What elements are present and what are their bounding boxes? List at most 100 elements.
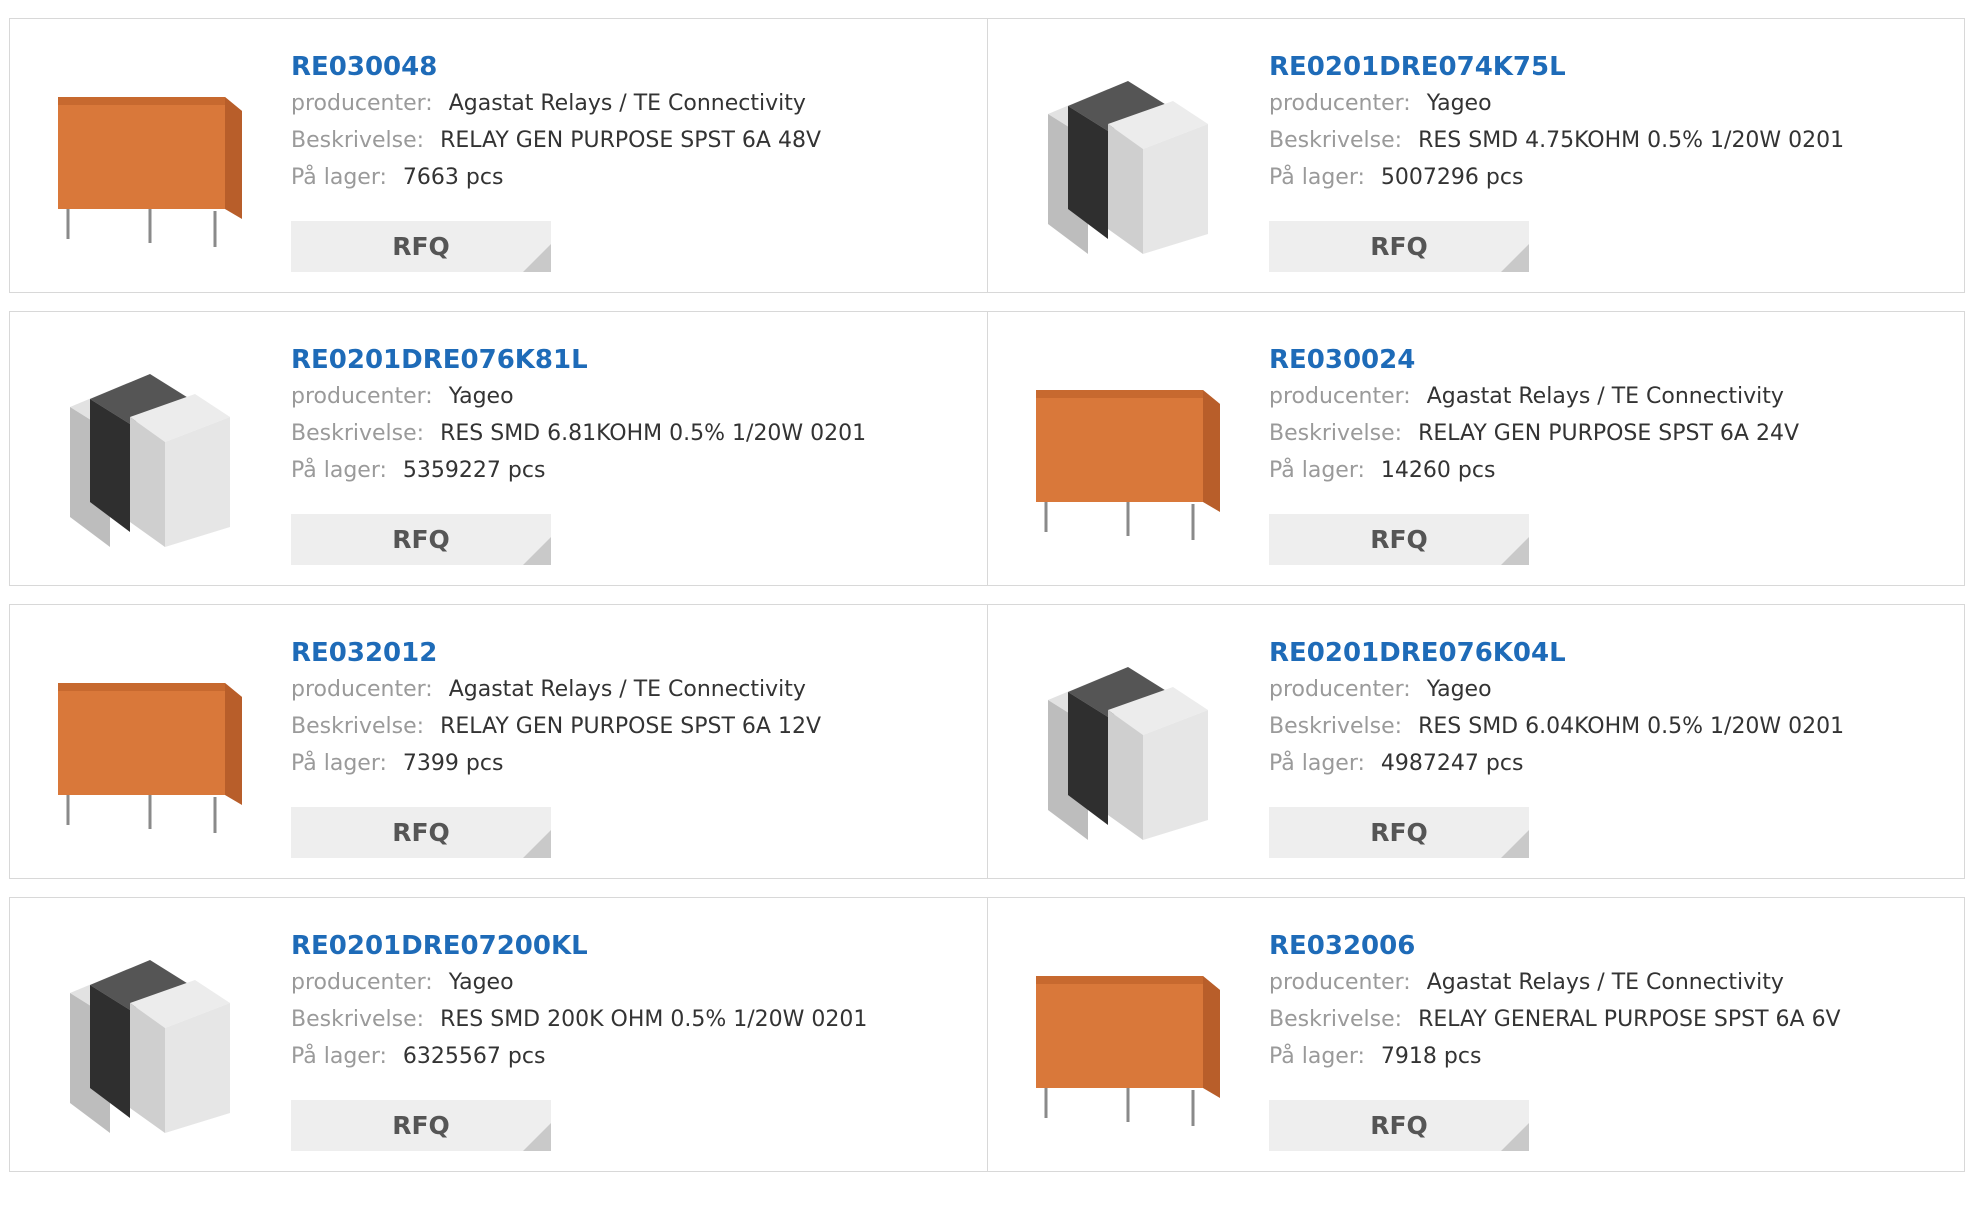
rfq-label: RFQ — [1370, 232, 1428, 261]
rfq-label: RFQ — [1370, 818, 1428, 847]
description-label: Beskrivelse: — [291, 421, 425, 446]
manufacturer-label: producenter: — [291, 677, 433, 702]
product-card: RE0201DRE076K81L producenter: Yageo Beskr… — [9, 312, 987, 585]
description-value: RELAY GENERAL PURPOSE SPST 6A 6V — [1418, 1007, 1841, 1032]
resistor-image[interactable] — [50, 352, 250, 552]
stock-line: På lager: 5007296 pcs — [1269, 159, 1844, 196]
description-label: Beskrivelse: — [1269, 128, 1403, 153]
manufacturer-label: producenter: — [1269, 384, 1411, 409]
stock-line: På lager: 7663 pcs — [291, 159, 821, 196]
rfq-button[interactable]: RFQ — [1269, 807, 1529, 858]
stock-label: På lager: — [1269, 1044, 1365, 1069]
relay-image[interactable] — [1028, 352, 1228, 552]
description-line: Beskrivelse: RES SMD 4.75KOHM 0.5% 1/20W … — [1269, 122, 1844, 159]
resistor-image[interactable] — [1028, 59, 1228, 259]
description-value: RES SMD 200K OHM 0.5% 1/20W 0201 — [440, 1007, 868, 1032]
description-value: RELAY GEN PURPOSE SPST 6A 12V — [440, 714, 822, 739]
part-number-link[interactable]: RE032006 — [1269, 928, 1841, 964]
stock-line: På lager: 6325567 pcs — [291, 1038, 867, 1075]
stock-label: På lager: — [291, 458, 387, 483]
relay-image[interactable] — [50, 645, 250, 845]
product-info: RE032006 producenter: Agastat Relays / TE… — [1269, 928, 1841, 1075]
manufacturer-value: Agastat Relays / TE Connectivity — [1426, 384, 1784, 409]
manufacturer-line: producenter: Yageo — [1269, 671, 1844, 708]
relay-image[interactable] — [50, 59, 250, 259]
stock-value: 7399 pcs — [402, 751, 504, 776]
rfq-label: RFQ — [1370, 1111, 1428, 1140]
product-card: RE030048 producenter: Agastat Relays / TE… — [9, 19, 987, 292]
resistor-image[interactable] — [1028, 645, 1228, 845]
rfq-button[interactable]: RFQ — [291, 221, 551, 272]
product-info: RE030024 producenter: Agastat Relays / TE… — [1269, 342, 1799, 489]
part-number-link[interactable]: RE0201DRE076K04L — [1269, 635, 1844, 671]
rfq-button[interactable]: RFQ — [291, 514, 551, 565]
stock-label: På lager: — [291, 751, 387, 776]
rfq-button[interactable]: RFQ — [1269, 221, 1529, 272]
manufacturer-label: producenter: — [1269, 677, 1411, 702]
manufacturer-label: producenter: — [291, 970, 433, 995]
manufacturer-value: Yageo — [1426, 91, 1492, 116]
part-number-link[interactable]: RE030024 — [1269, 342, 1799, 378]
product-row: RE030048 producenter: Agastat Relays / TE… — [9, 18, 1965, 293]
resistor-image[interactable] — [50, 938, 250, 1138]
stock-value: 7663 pcs — [402, 165, 504, 190]
manufacturer-line: producenter: Agastat Relays / TE Connecti… — [1269, 964, 1841, 1001]
description-line: Beskrivelse: RELAY GEN PURPOSE SPST 6A 24… — [1269, 415, 1799, 452]
rfq-label: RFQ — [392, 1111, 450, 1140]
corner-triangle-icon — [523, 537, 551, 565]
product-card: RE032012 producenter: Agastat Relays / TE… — [9, 605, 987, 878]
corner-triangle-icon — [1501, 537, 1529, 565]
manufacturer-line: producenter: Yageo — [291, 964, 867, 1001]
corner-triangle-icon — [1501, 1123, 1529, 1151]
corner-triangle-icon — [523, 244, 551, 272]
corner-triangle-icon — [1501, 244, 1529, 272]
manufacturer-line: producenter: Yageo — [291, 378, 866, 415]
product-info: RE030048 producenter: Agastat Relays / TE… — [291, 49, 821, 196]
product-row: RE032012 producenter: Agastat Relays / TE… — [9, 604, 1965, 879]
product-card: RE030024 producenter: Agastat Relays / TE… — [987, 312, 1965, 585]
rfq-button[interactable]: RFQ — [291, 1100, 551, 1151]
stock-label: På lager: — [291, 1044, 387, 1069]
manufacturer-value: Yageo — [448, 384, 514, 409]
manufacturer-value: Agastat Relays / TE Connectivity — [1426, 970, 1784, 995]
rfq-label: RFQ — [1370, 525, 1428, 554]
description-line: Beskrivelse: RELAY GEN PURPOSE SPST 6A 12… — [291, 708, 821, 745]
description-label: Beskrivelse: — [1269, 714, 1403, 739]
manufacturer-line: producenter: Yageo — [1269, 85, 1844, 122]
part-number-link[interactable]: RE032012 — [291, 635, 821, 671]
part-number-link[interactable]: RE0201DRE07200KL — [291, 928, 867, 964]
rfq-button[interactable]: RFQ — [1269, 1100, 1529, 1151]
description-value: RELAY GEN PURPOSE SPST 6A 24V — [1418, 421, 1800, 446]
manufacturer-value: Yageo — [1426, 677, 1492, 702]
manufacturer-value: Agastat Relays / TE Connectivity — [448, 91, 806, 116]
rfq-label: RFQ — [392, 818, 450, 847]
relay-image[interactable] — [1028, 938, 1228, 1138]
description-value: RELAY GEN PURPOSE SPST 6A 48V — [440, 128, 822, 153]
description-label: Beskrivelse: — [291, 714, 425, 739]
product-grid: RE030048 producenter: Agastat Relays / TE… — [9, 0, 1965, 1172]
corner-triangle-icon — [523, 830, 551, 858]
description-label: Beskrivelse: — [291, 1007, 425, 1032]
product-card: RE032006 producenter: Agastat Relays / TE… — [987, 898, 1965, 1171]
stock-line: På lager: 4987247 pcs — [1269, 745, 1844, 782]
description-label: Beskrivelse: — [291, 128, 425, 153]
description-line: Beskrivelse: RES SMD 200K OHM 0.5% 1/20W … — [291, 1001, 867, 1038]
rfq-label: RFQ — [392, 232, 450, 261]
part-number-link[interactable]: RE0201DRE076K81L — [291, 342, 866, 378]
rfq-button[interactable]: RFQ — [291, 807, 551, 858]
product-info: RE0201DRE076K04L producenter: Yageo Beskr… — [1269, 635, 1844, 782]
manufacturer-line: producenter: Agastat Relays / TE Connecti… — [291, 85, 821, 122]
stock-line: På lager: 5359227 pcs — [291, 452, 866, 489]
part-number-link[interactable]: RE030048 — [291, 49, 821, 85]
stock-line: På lager: 14260 pcs — [1269, 452, 1799, 489]
part-number-link[interactable]: RE0201DRE074K75L — [1269, 49, 1844, 85]
corner-triangle-icon — [523, 1123, 551, 1151]
manufacturer-label: producenter: — [1269, 91, 1411, 116]
product-row: RE0201DRE076K81L producenter: Yageo Beskr… — [9, 311, 1965, 586]
rfq-button[interactable]: RFQ — [1269, 514, 1529, 565]
product-card: RE0201DRE076K04L producenter: Yageo Beskr… — [987, 605, 1965, 878]
manufacturer-line: producenter: Agastat Relays / TE Connecti… — [1269, 378, 1799, 415]
product-info: RE032012 producenter: Agastat Relays / TE… — [291, 635, 821, 782]
description-value: RES SMD 6.04KOHM 0.5% 1/20W 0201 — [1418, 714, 1845, 739]
product-info: RE0201DRE074K75L producenter: Yageo Beskr… — [1269, 49, 1844, 196]
